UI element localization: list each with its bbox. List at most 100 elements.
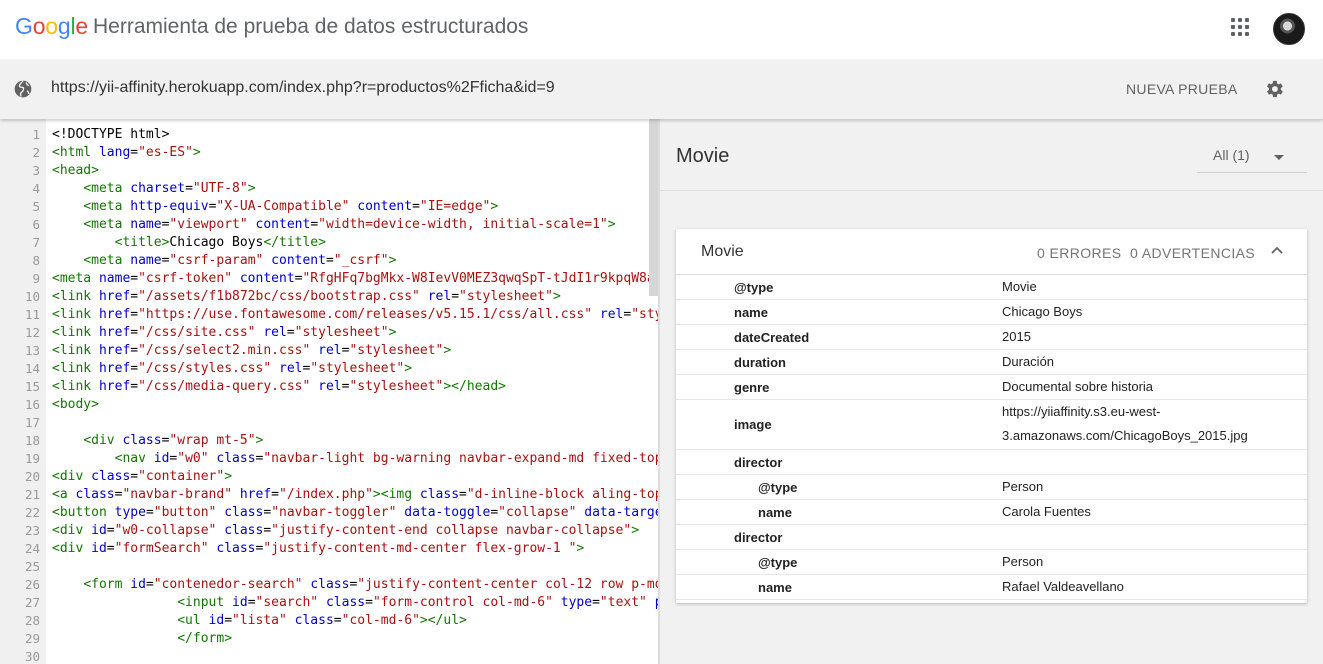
url-input[interactable]: https://yii-affinity.herokuapp.com/index…: [51, 79, 555, 97]
code-line: 3 <head>: [0, 162, 659, 180]
result-card: Movie 0 ERRORES 0 ADVERTENCIAS @type Movi…: [676, 229, 1307, 603]
property-value: Duración: [1002, 354, 1055, 369]
results-header: Movie All (1): [660, 119, 1323, 191]
url-bar: https://yii-affinity.herokuapp.com/index…: [0, 59, 1323, 119]
property-value: Carola Fuentes: [1002, 504, 1091, 519]
logo-letter: G: [15, 13, 33, 39]
code-line: 10 <link href="/assets/f1b872bc/css/boots…: [0, 288, 659, 306]
code-text: <link href="/css/media-query.css" rel="s…: [52, 379, 506, 394]
property-row: name Carola Fuentes: [676, 500, 1307, 525]
code-text: <ul id="lista" class="col-md-6"></ul>: [177, 613, 467, 628]
line-number: 5: [32, 199, 40, 214]
gear-icon[interactable]: [1263, 78, 1285, 100]
logo-letter: e: [75, 13, 88, 39]
property-row: name Rafael Valdeavellano: [676, 575, 1307, 600]
property-value: Documental sobre historia: [1002, 379, 1154, 394]
code-text: <meta name="csrf-token" content="RfgHFq7…: [52, 271, 659, 286]
code-text: <meta name="csrf-param" content="_csrf">: [83, 253, 397, 268]
property-key: @type: [734, 279, 774, 295]
line-number: 17: [24, 415, 40, 430]
code-line: 26 <form id="contenedor-search" class="j…: [0, 576, 659, 594]
line-number: 24: [24, 541, 40, 556]
line-number: 29: [24, 631, 40, 646]
property-row: @type Person: [676, 550, 1307, 575]
code-line: 21 <a class="navbar-brand" href="/index.p…: [0, 486, 659, 504]
new-test-button[interactable]: NUEVA PRUEBA: [1126, 81, 1238, 97]
code-line: 29 </form>: [0, 630, 659, 648]
code-line: 15 <link href="/css/media-query.css" rel=…: [0, 378, 659, 396]
apps-grid-icon[interactable]: [1231, 18, 1251, 38]
code-text: </form>: [177, 631, 233, 646]
code-line: 19 <nav id="w0" class="navbar-light bg-w…: [0, 450, 659, 468]
property-key: name: [734, 304, 768, 320]
code-line: 17: [0, 414, 659, 432]
chevron-down-icon: [1274, 155, 1284, 160]
code-line: 27 <input id="search" class="form-contro…: [0, 594, 659, 612]
line-number: 25: [24, 559, 40, 574]
line-number: 1: [32, 127, 40, 142]
code-text: <a class="navbar-brand" href="/index.php…: [52, 487, 659, 502]
line-number: 2: [32, 145, 40, 160]
property-value: Movie: [1002, 279, 1037, 294]
property-key: dateCreated: [734, 329, 810, 345]
code-text: <link href="/css/select2.min.css" rel="s…: [52, 343, 452, 358]
property-value: Rafael Valdeavellano: [1002, 579, 1124, 594]
line-number: 23: [24, 523, 40, 538]
property-key: director: [734, 529, 783, 545]
code-text: <div class="container">: [52, 469, 233, 484]
logo-letter: g: [57, 13, 71, 39]
errors-count: 0 ERRORES: [1037, 245, 1122, 261]
property-value: Person: [1002, 479, 1044, 494]
property-key: name: [758, 504, 792, 520]
code-text: <div id="w0-collapse" class="justify-con…: [52, 523, 640, 538]
code-text: <div class="wrap mt-5">: [83, 433, 264, 448]
line-number: 22: [24, 505, 40, 520]
code-line: 20 <div class="container">: [0, 468, 659, 486]
line-number: 26: [24, 577, 40, 592]
scrollbar-thumb[interactable]: [649, 119, 658, 296]
line-number: 28: [24, 613, 40, 628]
property-key: @type: [758, 479, 798, 495]
page-title: Herramienta de prueba de datos estructur…: [93, 15, 529, 38]
logo-letter: o: [32, 13, 46, 39]
line-number: 18: [24, 433, 40, 448]
results-pane: Movie All (1) Movie 0 ERRORES 0 ADVERTEN…: [660, 119, 1323, 664]
property-value: Chicago Boys: [1002, 304, 1083, 319]
property-key: genre: [734, 379, 770, 395]
code-text: <head>: [52, 163, 99, 178]
code-text: <button type="button" class="navbar-togg…: [52, 505, 659, 520]
line-number: 19: [24, 451, 40, 466]
line-number: 10: [24, 289, 40, 304]
line-number: 6: [32, 217, 40, 232]
line-number: 16: [24, 397, 40, 412]
property-row: image https://yiiaffinity.s3.eu-west- 3.am…: [676, 400, 1307, 450]
code-line: 16 <body>: [0, 396, 659, 414]
filter-label: All (1): [1213, 147, 1250, 163]
property-key: @type: [758, 554, 798, 570]
code-line: 25: [0, 558, 659, 576]
code-line: 5 <meta http-equiv="X-UA-Compatible" con…: [0, 198, 659, 216]
code-line: 4 <meta charset="UTF-8">: [0, 180, 659, 198]
card-header[interactable]: Movie 0 ERRORES 0 ADVERTENCIAS: [676, 229, 1307, 275]
property-row: director: [676, 450, 1307, 475]
code-text: <meta http-equiv="X-UA-Compatible" conte…: [83, 199, 499, 214]
code-line: 18 <div class="wrap mt-5">: [0, 432, 659, 450]
code-text: <link href="https://use.fontawesome.com/…: [52, 307, 659, 322]
line-number: 9: [32, 271, 40, 286]
property-key: name: [758, 579, 792, 595]
code-text: <link href="/assets/f1b872bc/css/bootstr…: [52, 289, 561, 304]
code-line: 14 <link href="/css/styles.css" rel="styl…: [0, 360, 659, 378]
code-text: <form id="contenedor-search" class="just…: [83, 577, 659, 592]
user-avatar[interactable]: [1273, 13, 1305, 45]
code-line: 7 <title>Chicago Boys</title>: [0, 234, 659, 252]
line-number: 11: [24, 307, 40, 322]
filter-dropdown[interactable]: All (1): [1197, 143, 1307, 173]
line-number: 12: [24, 325, 40, 340]
code-text: <!DOCTYPE html>: [52, 127, 170, 142]
source-code-editor[interactable]: 1 <!DOCTYPE html> 2 <html lang="es-ES"> 3 <he…: [0, 119, 659, 664]
property-key: image: [734, 417, 772, 432]
chevron-up-icon[interactable]: [1271, 246, 1283, 254]
property-row: @type Person: [676, 475, 1307, 500]
card-title: Movie: [701, 243, 744, 260]
property-key: duration: [734, 354, 786, 370]
